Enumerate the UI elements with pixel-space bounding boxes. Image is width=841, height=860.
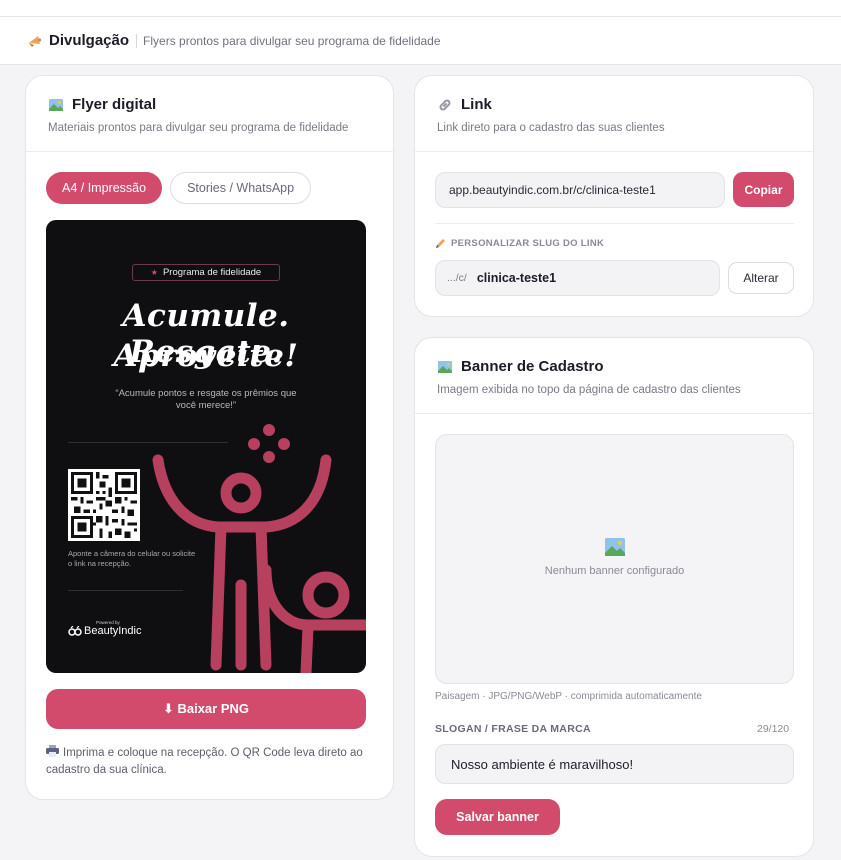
banner-card: Banner de Cadastro Imagem exibida no top…: [414, 337, 814, 857]
star-icon: ★: [150, 268, 158, 277]
flyer-scan-text: Aponte a câmera do celular ou solicite o…: [68, 549, 196, 568]
flyer-card-subtitle: Materiais prontos para divulgar seu prog…: [48, 122, 349, 134]
brand-name: BeautyIndic: [84, 625, 142, 637]
print-tip-text: Imprima e coloque na recepção. O QR Code…: [46, 747, 363, 776]
format-tabs: A4 / Impressão Stories / WhatsApp: [46, 172, 312, 204]
page-title: Divulgação: [49, 32, 130, 49]
slug-label-text: PERSONALIZAR SLUG DO LINK: [451, 238, 605, 249]
celebration-illustration: [152, 424, 366, 673]
picture-icon: [438, 360, 452, 373]
slug-field[interactable]: .../c/ clinica-teste1: [435, 260, 720, 296]
slogan-char-count: 29/120: [757, 723, 790, 735]
tab-a4-print[interactable]: A4 / Impressão: [46, 172, 163, 204]
megaphone-icon: [29, 35, 42, 47]
copy-link-button[interactable]: Copiar: [733, 172, 794, 207]
link-card-title: Link: [461, 96, 492, 113]
page-header: Divulgação Flyers prontos para divulgar …: [0, 17, 841, 65]
slug-value[interactable]: clinica-teste1: [477, 271, 556, 285]
registration-link-field[interactable]: app.beautyindic.com.br/c/clinica-teste1: [435, 172, 725, 208]
alter-slug-button[interactable]: Alterar: [728, 262, 794, 294]
page-subtitle: Flyers prontos para divulgar seu program…: [143, 33, 441, 48]
slug-prefix: .../c/: [447, 272, 467, 284]
banner-card-header: Banner de Cadastro Imagem exibida no top…: [415, 338, 813, 414]
flyer-preview: ★ Programa de fidelidade Acumule. Resgat…: [46, 220, 366, 673]
flyer-divider-bottom: [68, 590, 183, 591]
flyer-badge: ★ Programa de fidelidade: [132, 264, 280, 281]
flyer-card: Flyer digital Materiais prontos para div…: [25, 75, 394, 800]
no-banner-text: Nenhum banner configurado: [544, 565, 685, 577]
top-strip: [0, 0, 841, 17]
flyer-quote: “Acumule pontos e resgate os prêmios que…: [115, 388, 297, 411]
print-tip: Imprima e coloque na recepção. O QR Code…: [46, 745, 376, 779]
pencil-icon: [436, 239, 445, 248]
banner-upload-area[interactable]: Nenhum banner configurado: [435, 434, 794, 684]
download-png-button[interactable]: ⬇ Baixar PNG: [46, 689, 366, 729]
link-icon: [439, 99, 451, 110]
picture-icon: [49, 98, 63, 111]
banner-card-subtitle: Imagem exibida no topo da página de cada…: [437, 384, 741, 396]
slogan-label: SLOGAN / FRASE DA MARCA: [435, 723, 591, 735]
banner-card-title: Banner de Cadastro: [461, 358, 604, 375]
link-card: Link Link direto para o cadastro das sua…: [414, 75, 814, 317]
printer-icon: [46, 745, 59, 757]
save-banner-button[interactable]: Salvar banner: [435, 799, 560, 835]
flyer-card-title: Flyer digital: [72, 96, 157, 113]
link-card-subtitle: Link direto para o cadastro das suas cli…: [437, 122, 665, 134]
link-card-header: Link Link direto para o cadastro das sua…: [415, 76, 813, 152]
brand-logo: Powered by BeautyIndic: [68, 620, 141, 637]
flyer-badge-text: Programa de fidelidade: [162, 267, 262, 278]
flyer-headline-line2: Aproveite!: [113, 338, 299, 374]
qr-code: [68, 469, 140, 541]
flyer-card-header: Flyer digital Materiais prontos para div…: [26, 76, 393, 152]
link-divider: [435, 223, 794, 224]
brand-logo-icon: [68, 626, 82, 636]
tab-stories-whatsapp[interactable]: Stories / WhatsApp: [170, 172, 312, 204]
picture-placeholder-icon: [605, 538, 625, 556]
slug-section-label: PERSONALIZAR SLUG DO LINK: [435, 238, 604, 249]
slogan-input[interactable]: Nosso ambiente é maravilhoso!: [435, 744, 794, 784]
banner-format-hint: Paisagem · JPG/PNG/WebP · comprimida aut…: [435, 691, 702, 702]
header-separator: [136, 33, 138, 48]
